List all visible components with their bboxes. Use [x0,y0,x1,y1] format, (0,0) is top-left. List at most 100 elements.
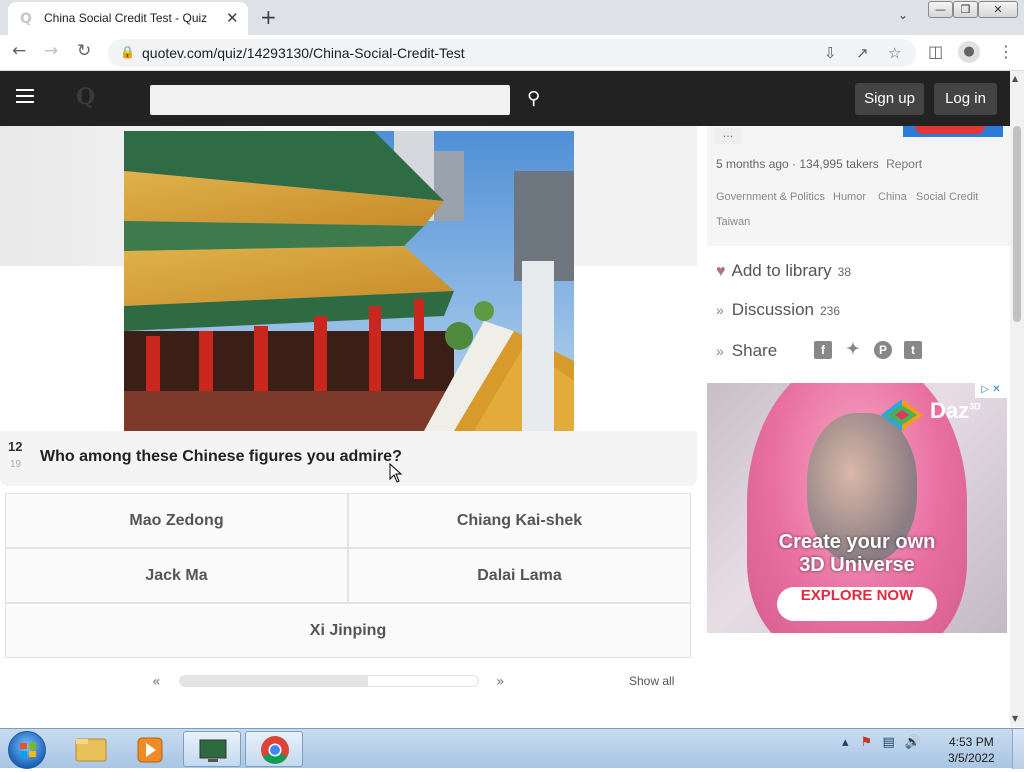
next-question-button[interactable]: » [496,674,505,690]
question-total: 19 [10,459,22,470]
tag-link[interactable]: Taiwan [716,216,750,228]
answer-option[interactable]: Mao Zedong [5,493,348,548]
restore-button[interactable]: ❐ [953,1,978,18]
new-tab-button[interactable]: + [260,5,277,29]
site-logo[interactable]: Q [76,84,95,110]
page-scrollbar[interactable]: ▲ ▼ [1010,71,1024,727]
previous-question-button[interactable]: « [152,674,161,690]
discussion-count: 236 [820,304,841,318]
tag-link[interactable]: Humor [833,191,866,203]
pinterest-icon[interactable]: P [874,341,892,359]
taskbar-explorer[interactable] [62,731,120,767]
show-hidden-icons-icon[interactable]: ▴ [842,735,849,750]
log-in-button[interactable]: Log in [934,83,997,115]
clock-date: 3/5/2022 [948,751,995,765]
windows-taskbar: ▴ ⚑ ▤ 🔊 4:53 PM 3/5/2022 [0,728,1024,769]
report-link[interactable]: Report [886,157,922,171]
back-arrow-icon[interactable]: ← [12,41,26,61]
more-options-button[interactable]: ... [714,128,742,144]
quotev-favicon-icon: Q [20,11,32,27]
network-icon[interactable]: ▤ [882,735,894,750]
scroll-up-arrow-icon[interactable]: ▲ [1012,74,1018,83]
windows-logo-icon [20,743,36,757]
quiz-question-image [124,131,574,431]
tab-close-icon[interactable]: ✕ [226,9,239,27]
ad-headline-line-1: Create your own [778,531,936,553]
add-to-library-button[interactable]: ♥ Add to library 38 [716,261,851,281]
share-section: » Share [716,341,777,361]
quiz-progress-fill [180,676,368,686]
browser-menu-icon[interactable]: ⋮ [998,42,1014,61]
system-tray: ▴ ⚑ ▤ 🔊 [842,735,921,750]
profile-avatar-icon[interactable]: ● [958,41,980,63]
taskbar-media-player[interactable] [122,731,180,767]
author-banner-image [903,126,1003,137]
discussion-label: Discussion [731,300,814,319]
quiz-info-panel [707,126,1010,246]
heart-icon: ♥ [716,263,726,280]
browser-toolbar: ← → ↻ 🔒 quotev.com/quiz/14293130/China-S… [0,35,1024,71]
taskbar-clock[interactable]: 4:53 PM 3/5/2022 [948,734,995,766]
ad-cta-button[interactable]: EXPLORE NOW [777,587,937,621]
forward-arrow-icon[interactable]: → [44,41,58,61]
advertisement[interactable]: Daz3D Create your own 3D Universe EXPLOR… [707,383,1007,633]
question-text: Who among these Chinese figures you admi… [40,448,402,465]
share-page-icon[interactable]: ↗ [856,44,869,62]
chevron-right-icon: » [716,343,724,359]
bookmark-star-icon[interactable]: ☆ [888,44,901,62]
discussion-link[interactable]: » Discussion 236 [716,300,840,320]
reload-icon[interactable]: ↻ [77,41,91,61]
sign-up-button[interactable]: Sign up [855,83,924,115]
lock-icon[interactable]: 🔒 [120,45,135,59]
add-to-library-label: Add to library [731,261,832,280]
site-header: Q ⚲ Sign up Log in [0,71,1010,126]
tag-link[interactable]: China [878,191,907,203]
answer-option[interactable]: Dalai Lama [348,548,691,603]
hamburger-menu-icon[interactable] [16,89,34,103]
clock-time: 4:53 PM [949,735,994,749]
tab-title: China Social Credit Test - Quiz [44,11,208,25]
folder-icon [75,738,107,762]
close-window-button[interactable]: ✕ [978,1,1018,18]
site-search-input[interactable] [150,85,510,115]
chrome-icon [261,736,289,764]
ad-brand-sup: 3D [969,401,981,412]
tag-link[interactable]: Government & Politics [716,191,825,203]
ad-brand: Daz3D [930,398,981,424]
scroll-down-arrow-icon[interactable]: ▼ [1012,714,1018,723]
answer-option[interactable]: Jack Ma [5,548,348,603]
ad-headline-line-2: 3D Universe [799,554,915,576]
side-panel-icon[interactable]: ◫ [928,42,943,61]
tumblr-icon[interactable]: t [904,341,922,359]
quiz-meta: 5 months ago · 134,995 takers Report [716,157,922,171]
quiz-meta-text: 5 months ago · 134,995 takers [716,157,879,171]
daz-logo-icon [881,399,923,431]
library-count: 38 [837,265,852,279]
ad-choices-icon[interactable]: ▷ ✕ [975,383,1007,398]
taskbar-chrome[interactable] [245,731,303,767]
address-bar[interactable]: 🔒 quotev.com/quiz/14293130/China-Social-… [108,39,916,67]
answer-option[interactable]: Xi Jinping [5,603,691,658]
url-text: quotev.com/quiz/14293130/China-Social-Cr… [142,45,465,61]
share-label: Share [731,341,778,360]
volume-icon[interactable]: 🔊 [905,735,921,750]
twitter-icon[interactable]: ✦ [844,341,862,359]
ad-brand-name: Daz [930,398,970,423]
install-app-icon[interactable]: ⇩ [824,44,837,62]
action-center-flag-icon[interactable]: ⚑ [861,735,873,750]
question-number: 12 [8,439,23,454]
tab-search-chevron-icon[interactable]: ⌄ [898,8,908,22]
taskbar-app-window[interactable] [183,731,241,767]
show-all-link[interactable]: Show all [629,674,674,688]
quiz-page: 12 19 Who among these Chinese figures yo… [0,126,1010,727]
browser-tab[interactable]: Q China Social Credit Test - Quiz ✕ [8,2,248,35]
media-player-icon [137,737,163,763]
minimize-button[interactable]: — [928,1,953,18]
scrollbar-thumb[interactable] [1013,126,1021,322]
tag-link[interactable]: Social Credit [916,191,978,203]
facebook-icon[interactable]: f [814,341,832,359]
search-icon[interactable]: ⚲ [527,88,540,109]
answer-option[interactable]: Chiang Kai-shek [348,493,691,548]
start-button[interactable] [8,731,46,769]
show-desktop-button[interactable] [1012,729,1024,769]
